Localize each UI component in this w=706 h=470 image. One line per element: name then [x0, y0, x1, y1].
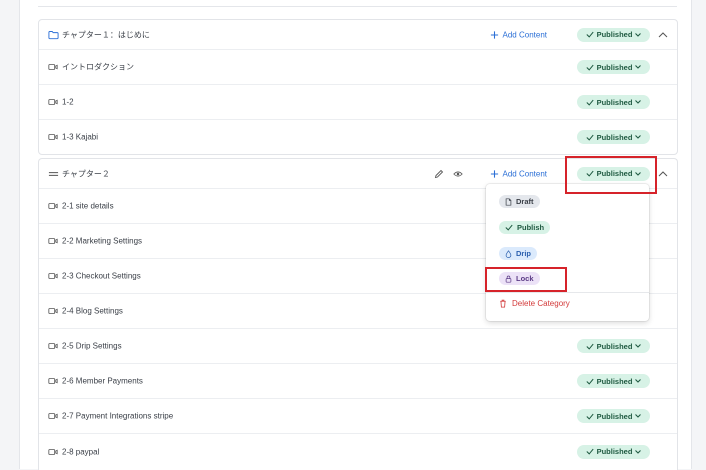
- delete-category-button[interactable]: Delete Category: [499, 299, 570, 308]
- trash-icon: [500, 299, 506, 308]
- status-label: Published: [596, 376, 633, 386]
- check-icon: [586, 378, 594, 385]
- drop-icon: [505, 249, 512, 258]
- chevron-down-icon: [635, 100, 642, 104]
- check-icon: [505, 224, 513, 231]
- chevron-down-icon: [635, 379, 642, 383]
- status-badge[interactable]: Published: [577, 374, 650, 388]
- highlight-lock-option: [485, 267, 567, 292]
- lesson-title: イントロダクション: [62, 62, 134, 72]
- check-icon: [586, 343, 594, 350]
- lesson-row[interactable]: 1-2 Published: [39, 85, 677, 120]
- option-label: Drip: [516, 249, 531, 258]
- lesson-title: 2-3 Checkout Settings: [62, 271, 141, 281]
- collapse-chevron-icon[interactable]: [658, 31, 668, 39]
- eye-icon[interactable]: [453, 169, 463, 179]
- status-label: Published: [596, 411, 633, 421]
- highlight-status-button: [565, 156, 657, 194]
- lesson-row[interactable]: 1-3 Kajabi Published: [39, 120, 677, 154]
- video-icon: [48, 413, 58, 419]
- lesson-title: 2-7 Payment Integrations stripe: [62, 411, 174, 421]
- option-label: Draft: [516, 197, 534, 206]
- status-badge[interactable]: Published: [577, 95, 650, 109]
- video-icon: [48, 64, 58, 70]
- option-label: Publish: [517, 223, 545, 232]
- chevron-down-icon: [635, 414, 642, 418]
- collapse-chevron-icon[interactable]: [658, 170, 668, 178]
- lesson-title: 2-2 Marketing Settings: [62, 236, 143, 246]
- menu-divider: [486, 292, 649, 293]
- lesson-row[interactable]: 2-5 Drip Settings Published: [39, 329, 677, 364]
- status-badge[interactable]: Published: [577, 27, 650, 42]
- status-badge[interactable]: Published: [577, 339, 650, 353]
- chapter-title: チャプター１：はじめに: [62, 30, 150, 39]
- check-icon: [586, 448, 594, 455]
- chevron-down-icon: [635, 344, 642, 348]
- lesson-title: 2-6 Member Payments: [62, 376, 143, 386]
- status-badge[interactable]: Published: [577, 444, 650, 459]
- chevron-down-icon: [635, 65, 642, 69]
- chevron-down-icon: [635, 135, 642, 139]
- video-icon: [48, 134, 58, 140]
- lesson-title: 2-4 Blog Settings: [62, 306, 123, 316]
- check-icon: [586, 31, 594, 38]
- pencil-icon[interactable]: [434, 169, 444, 179]
- plus-icon: [490, 169, 498, 178]
- lesson-title: 2-1 site details: [62, 201, 114, 211]
- status-badge[interactable]: Published: [577, 409, 650, 423]
- status-option-drip[interactable]: Drip: [499, 247, 537, 260]
- video-icon: [48, 203, 58, 209]
- drag-handle-icon[interactable]: [48, 169, 59, 179]
- video-icon: [48, 238, 58, 244]
- video-icon: [48, 99, 58, 105]
- status-badge[interactable]: Published: [577, 130, 650, 144]
- lesson-title: 2-8 paypal: [62, 447, 100, 456]
- lesson-row[interactable]: 2-7 Payment Integrations stripe Publishe…: [39, 399, 677, 434]
- check-icon: [586, 134, 594, 141]
- status-badge[interactable]: Published: [577, 60, 650, 74]
- add-content-button[interactable]: Add Content: [490, 169, 547, 178]
- video-icon: [48, 448, 58, 455]
- video-icon: [48, 378, 58, 384]
- status-label: Published: [596, 447, 633, 456]
- video-icon: [48, 308, 58, 314]
- lesson-title: 1-2: [62, 97, 74, 107]
- delete-label: Delete Category: [512, 299, 570, 308]
- lesson-row[interactable]: イントロダクション Published: [39, 50, 677, 85]
- lesson-title: 1-3 Kajabi: [62, 132, 99, 142]
- video-icon: [48, 273, 58, 279]
- add-content-label: Add Content: [502, 169, 547, 178]
- add-content-label: Add Content: [502, 30, 547, 39]
- status-label: Published: [596, 132, 633, 142]
- status-option-draft[interactable]: Draft: [499, 195, 540, 208]
- check-icon: [586, 64, 594, 71]
- previous-card-edge: [38, 0, 677, 7]
- lesson-title: 2-5 Drip Settings: [62, 341, 122, 351]
- chevron-down-icon: [635, 449, 642, 454]
- status-label: Published: [596, 62, 633, 72]
- chapter-title: チャプター２: [62, 169, 110, 178]
- chapter-card-1: チャプター１：はじめに Add Content Published イントロダク…: [38, 19, 678, 155]
- chapter-header-1[interactable]: チャプター１：はじめに Add Content Published: [39, 20, 677, 50]
- status-label: Published: [596, 97, 633, 107]
- lesson-row[interactable]: 2-6 Member Payments Published: [39, 364, 677, 399]
- lesson-row[interactable]: 2-8 paypal Published: [39, 434, 677, 469]
- chevron-down-icon: [635, 32, 642, 37]
- plus-icon: [490, 30, 498, 39]
- folder-icon: [48, 30, 59, 39]
- status-option-publish[interactable]: Publish: [499, 221, 551, 234]
- check-icon: [586, 413, 594, 420]
- add-content-button[interactable]: Add Content: [490, 30, 547, 39]
- status-dropdown-menu: Draft Publish Drip Lock Delete Category: [486, 184, 649, 321]
- check-icon: [586, 99, 594, 106]
- status-label: Published: [596, 30, 633, 39]
- document-icon: [505, 197, 512, 206]
- video-icon: [48, 343, 58, 349]
- status-label: Published: [596, 341, 633, 351]
